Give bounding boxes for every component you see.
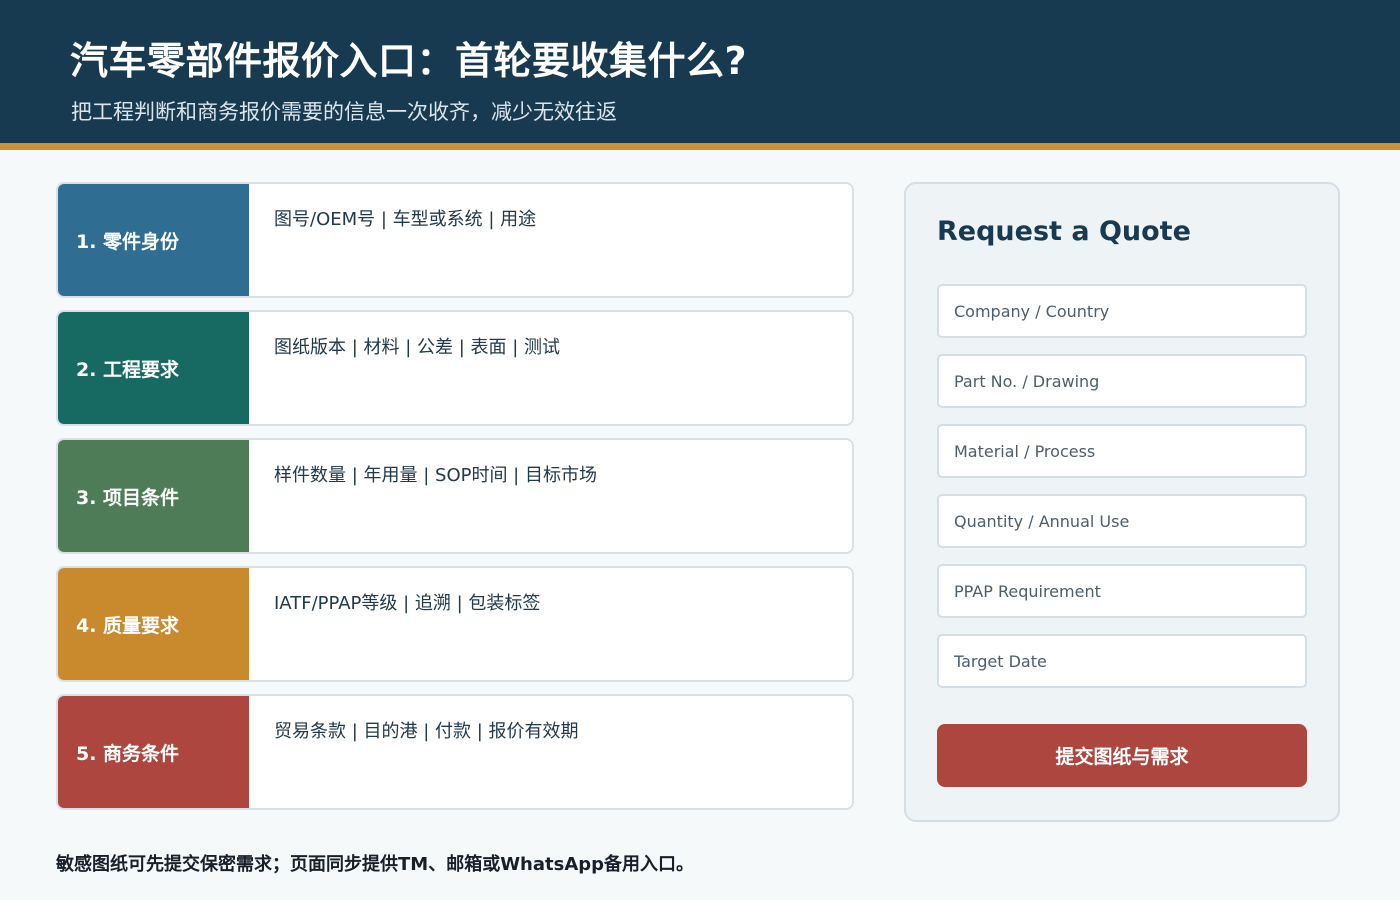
step-detail: 贸易条款 | 目的港 | 付款 | 报价有效期 (274, 721, 579, 742)
step-detail: 图纸版本 | 材料 | 公差 | 表面 | 测试 (274, 337, 561, 358)
step-detail: 样件数量 | 年用量 | SOP时间 | 目标市场 (274, 465, 597, 486)
quote-form: Request a Quote 提交图纸与需求 (904, 182, 1340, 822)
page-title: 汽车零部件报价入口：首轮要收集什么? (70, 39, 748, 83)
step-card-engineering: 2. 工程要求 图纸版本 | 材料 | 公差 | 表面 | 测试 (56, 310, 854, 426)
footer-note: 敏感图纸可先提交保密需求；页面同步提供TM、邮箱或WhatsApp备用入口。 (56, 854, 695, 875)
material-process-input[interactable] (937, 424, 1307, 478)
step-card-part-identity: 1. 零件身份 图号/OEM号 | 车型或系统 | 用途 (56, 182, 854, 298)
step-label: 1. 零件身份 (58, 184, 249, 296)
step-card-project: 3. 项目条件 样件数量 | 年用量 | SOP时间 | 目标市场 (56, 438, 854, 554)
quantity-annual-use-input[interactable] (937, 494, 1307, 548)
step-detail: 图号/OEM号 | 车型或系统 | 用途 (274, 209, 537, 230)
part-no-drawing-input[interactable] (937, 354, 1307, 408)
header-accent-stripe (0, 143, 1400, 150)
company-country-input[interactable] (937, 284, 1307, 338)
submit-drawings-button[interactable]: 提交图纸与需求 (937, 724, 1307, 787)
step-label: 5. 商务条件 (58, 696, 249, 808)
step-card-quality: 4. 质量要求 IATF/PPAP等级 | 追溯 | 包装标签 (56, 566, 854, 682)
step-label: 2. 工程要求 (58, 312, 249, 424)
step-label: 3. 项目条件 (58, 440, 249, 552)
page-subtitle: 把工程判断和商务报价需要的信息一次收齐，减少无效往返 (71, 100, 617, 124)
step-card-commercial: 5. 商务条件 贸易条款 | 目的港 | 付款 | 报价有效期 (56, 694, 854, 810)
ppap-requirement-input[interactable] (937, 564, 1307, 618)
quote-form-title: Request a Quote (937, 216, 1191, 247)
step-label: 4. 质量要求 (58, 568, 249, 680)
target-date-input[interactable] (937, 634, 1307, 688)
step-detail: IATF/PPAP等级 | 追溯 | 包装标签 (274, 593, 541, 614)
page-header: 汽车零部件报价入口：首轮要收集什么? 把工程判断和商务报价需要的信息一次收齐，减… (0, 0, 1400, 144)
